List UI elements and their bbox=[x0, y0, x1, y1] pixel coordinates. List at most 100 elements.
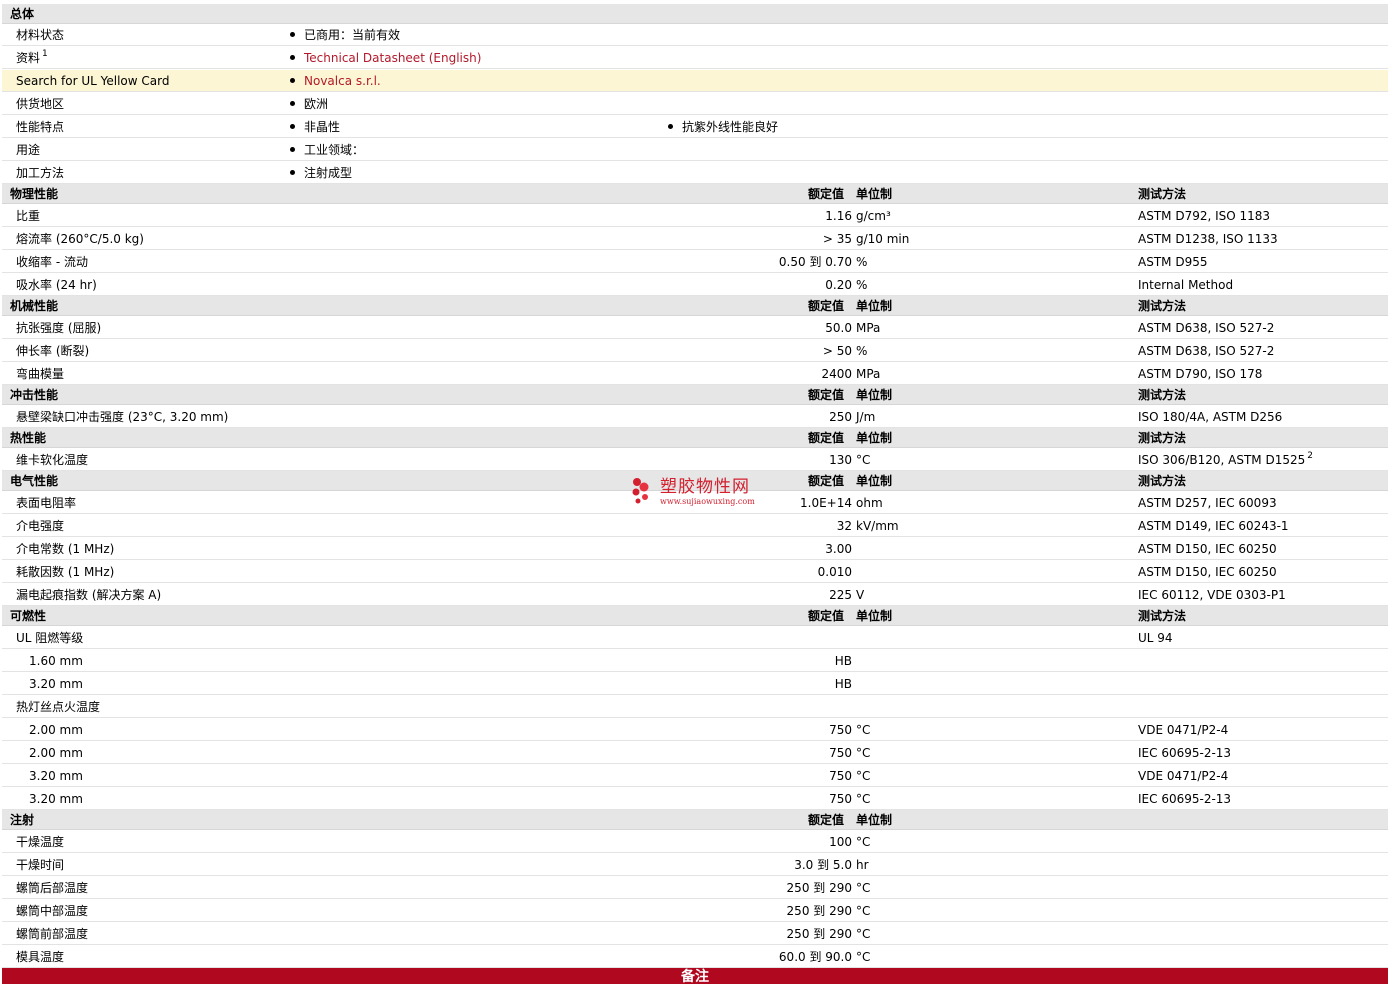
header-test: 测试方法 bbox=[1138, 388, 1187, 402]
value-text: 非晶性 bbox=[304, 120, 341, 134]
value-text: 抗紫外线性能良好 bbox=[682, 120, 779, 134]
table-row: 维卡软化温度 130 °C ISO 306/B120, ASTM D1525 2 bbox=[2, 449, 1388, 471]
row-unit: °C bbox=[856, 746, 871, 760]
header-unit: 单位制 bbox=[856, 474, 893, 488]
watermark-logo-icon bbox=[632, 478, 649, 504]
table-row: UL 阻燃等级 UL 94 bbox=[2, 627, 1388, 649]
header-nominal: 额定值 bbox=[808, 813, 845, 827]
table-row: 2.00 mm 750 °C VDE 0471/P2-4 bbox=[2, 719, 1388, 741]
section-thermal: 热性能 额定值 单位制 测试方法 bbox=[2, 428, 1388, 448]
label-text: 资料 bbox=[16, 51, 41, 65]
row-value: 750 bbox=[829, 792, 852, 806]
header-test: 测试方法 bbox=[1138, 431, 1187, 445]
table-row: 介电强度 32 kV/mm ASTM D149, IEC 60243-1 bbox=[2, 515, 1388, 537]
table-row: 螺筒前部温度 250 到 290 °C bbox=[2, 923, 1388, 945]
row-value: 工业领域： bbox=[290, 139, 364, 161]
section-impact: 冲击性能 额定值 单位制 测试方法 bbox=[2, 385, 1388, 405]
ul-yellow-card-link[interactable]: Novalca s.r.l. bbox=[304, 74, 381, 88]
row-value: 130 bbox=[829, 453, 852, 467]
row-label: 模具温度 bbox=[16, 950, 65, 964]
row-label: 吸水率 (24 hr) bbox=[16, 278, 97, 292]
section-title: 电气性能 bbox=[10, 474, 59, 488]
row-test-method: ASTM D638, ISO 527-2 bbox=[1138, 321, 1275, 335]
row-value: 50.0 bbox=[825, 321, 852, 335]
row-label: 表面电阻率 bbox=[16, 496, 77, 510]
row-unit: °C bbox=[856, 950, 871, 964]
test-method-text: ISO 306/B120, ASTM D1525 bbox=[1138, 453, 1306, 467]
row-value: 1.0E+14 bbox=[800, 496, 852, 510]
row-value: > 50 bbox=[822, 344, 852, 358]
row-label: Search for UL Yellow Card bbox=[16, 74, 170, 88]
row-test-method: UL 94 bbox=[1138, 631, 1173, 645]
row-unit: g/cm³ bbox=[856, 209, 891, 223]
section-general: 总体 bbox=[2, 4, 1388, 24]
header-unit: 单位制 bbox=[856, 388, 893, 402]
value-text: 工业领域： bbox=[304, 143, 365, 157]
header-nominal: 额定值 bbox=[808, 388, 845, 402]
bullet-icon bbox=[290, 170, 295, 175]
row-value: 0.50 到 0.70 bbox=[778, 255, 852, 269]
bullet-icon bbox=[290, 124, 295, 129]
header-nominal: 额定值 bbox=[808, 609, 845, 623]
header-unit: 单位制 bbox=[856, 299, 893, 313]
header-nominal: 额定值 bbox=[808, 474, 845, 488]
row-value: Novalca s.r.l. bbox=[290, 70, 381, 92]
row-value: 0.20 bbox=[825, 278, 852, 292]
header-test: 测试方法 bbox=[1138, 299, 1187, 313]
value-text: 注射成型 bbox=[304, 166, 353, 180]
row-value: 60.0 到 90.0 bbox=[778, 950, 852, 964]
row-label: 材料状态 bbox=[16, 28, 65, 42]
row-test-method: ASTM D150, IEC 60250 bbox=[1138, 542, 1277, 556]
row-value: 750 bbox=[829, 769, 852, 783]
row-label: 悬壁梁缺口冲击强度 (23°C, 3.20 mm) bbox=[16, 410, 229, 424]
table-row: 耗散因数 (1 MHz) 0.010 ASTM D150, IEC 60250 bbox=[2, 561, 1388, 583]
row-test-method: ASTM D257, IEC 60093 bbox=[1138, 496, 1277, 510]
table-row: 伸长率 (断裂) > 50% ASTM D638, ISO 527-2 bbox=[2, 340, 1388, 362]
row-value: 250 到 290 bbox=[786, 881, 852, 895]
table-row: 1.60 mm HB bbox=[2, 650, 1388, 672]
technical-datasheet-link[interactable]: Technical Datasheet (English) bbox=[304, 51, 481, 65]
header-test: 测试方法 bbox=[1138, 474, 1187, 488]
row-label: 2.00 mm bbox=[29, 746, 83, 760]
header-nominal: 额定值 bbox=[808, 187, 845, 201]
table-row: 弯曲模量 2400 MPa ASTM D790, ISO 178 bbox=[2, 363, 1388, 385]
row-test-method: ISO 180/4A, ASTM D256 bbox=[1138, 410, 1283, 424]
row-unit: kV/mm bbox=[856, 519, 899, 533]
table-row: 抗张强度 (屈服) 50.0 MPa ASTM D638, ISO 527-2 bbox=[2, 317, 1388, 339]
row-label: 维卡软化温度 bbox=[16, 453, 89, 467]
row-label: 2.00 mm bbox=[29, 723, 83, 737]
row-value: > 35 bbox=[822, 232, 852, 246]
row-test-method: VDE 0471/P2-4 bbox=[1138, 723, 1229, 737]
section-mechanical: 机械性能 额定值 单位制 测试方法 bbox=[2, 296, 1388, 316]
row-unit: °C bbox=[856, 835, 871, 849]
row-value: 250 到 290 bbox=[786, 904, 852, 918]
table-row: 3.20 mm 750 °C VDE 0471/P2-4 bbox=[2, 765, 1388, 787]
row-test-method: ASTM D955 bbox=[1138, 255, 1208, 269]
row-label: 干燥温度 bbox=[16, 835, 65, 849]
row-value: 3.00 bbox=[825, 542, 852, 556]
row-label: 收缩率 - 流动 bbox=[16, 255, 88, 269]
watermark: 塑胶物性网 www.sujiaowuxing.com bbox=[630, 476, 770, 510]
row-label: 抗张强度 (屈服) bbox=[16, 321, 102, 335]
row-value: 1.16 bbox=[825, 209, 852, 223]
row-value: 2400 bbox=[821, 367, 852, 381]
section-injection: 注射 额定值 单位制 bbox=[2, 810, 1388, 830]
row-unit: °C bbox=[856, 792, 871, 806]
row-value: 3.0 到 5.0 bbox=[794, 858, 852, 872]
row-label: UL 阻燃等级 bbox=[16, 631, 84, 645]
header-unit: 单位制 bbox=[856, 187, 893, 201]
row-label: 热灯丝点火温度 bbox=[16, 700, 101, 714]
row-unit: hr bbox=[856, 858, 869, 872]
section-title: 热性能 bbox=[10, 431, 47, 445]
row-value: 750 bbox=[829, 746, 852, 760]
row-unit: % bbox=[856, 255, 868, 269]
row-unit: MPa bbox=[856, 367, 881, 381]
row-label: 螺筒后部温度 bbox=[16, 881, 89, 895]
section-flammability: 可燃性 额定值 单位制 测试方法 bbox=[2, 606, 1388, 626]
notes-section-header: 备注 bbox=[2, 968, 1388, 985]
section-physical: 物理性能 额定值 单位制 测试方法 bbox=[2, 184, 1388, 204]
row-label: 3.20 mm bbox=[29, 677, 83, 691]
table-row: 3.20 mm 750 °C IEC 60695-2-13 bbox=[2, 788, 1388, 810]
row-material-status: 材料状态 已商用：当前有效 bbox=[2, 24, 1388, 46]
row-test-method: IEC 60695-2-13 bbox=[1138, 792, 1232, 806]
